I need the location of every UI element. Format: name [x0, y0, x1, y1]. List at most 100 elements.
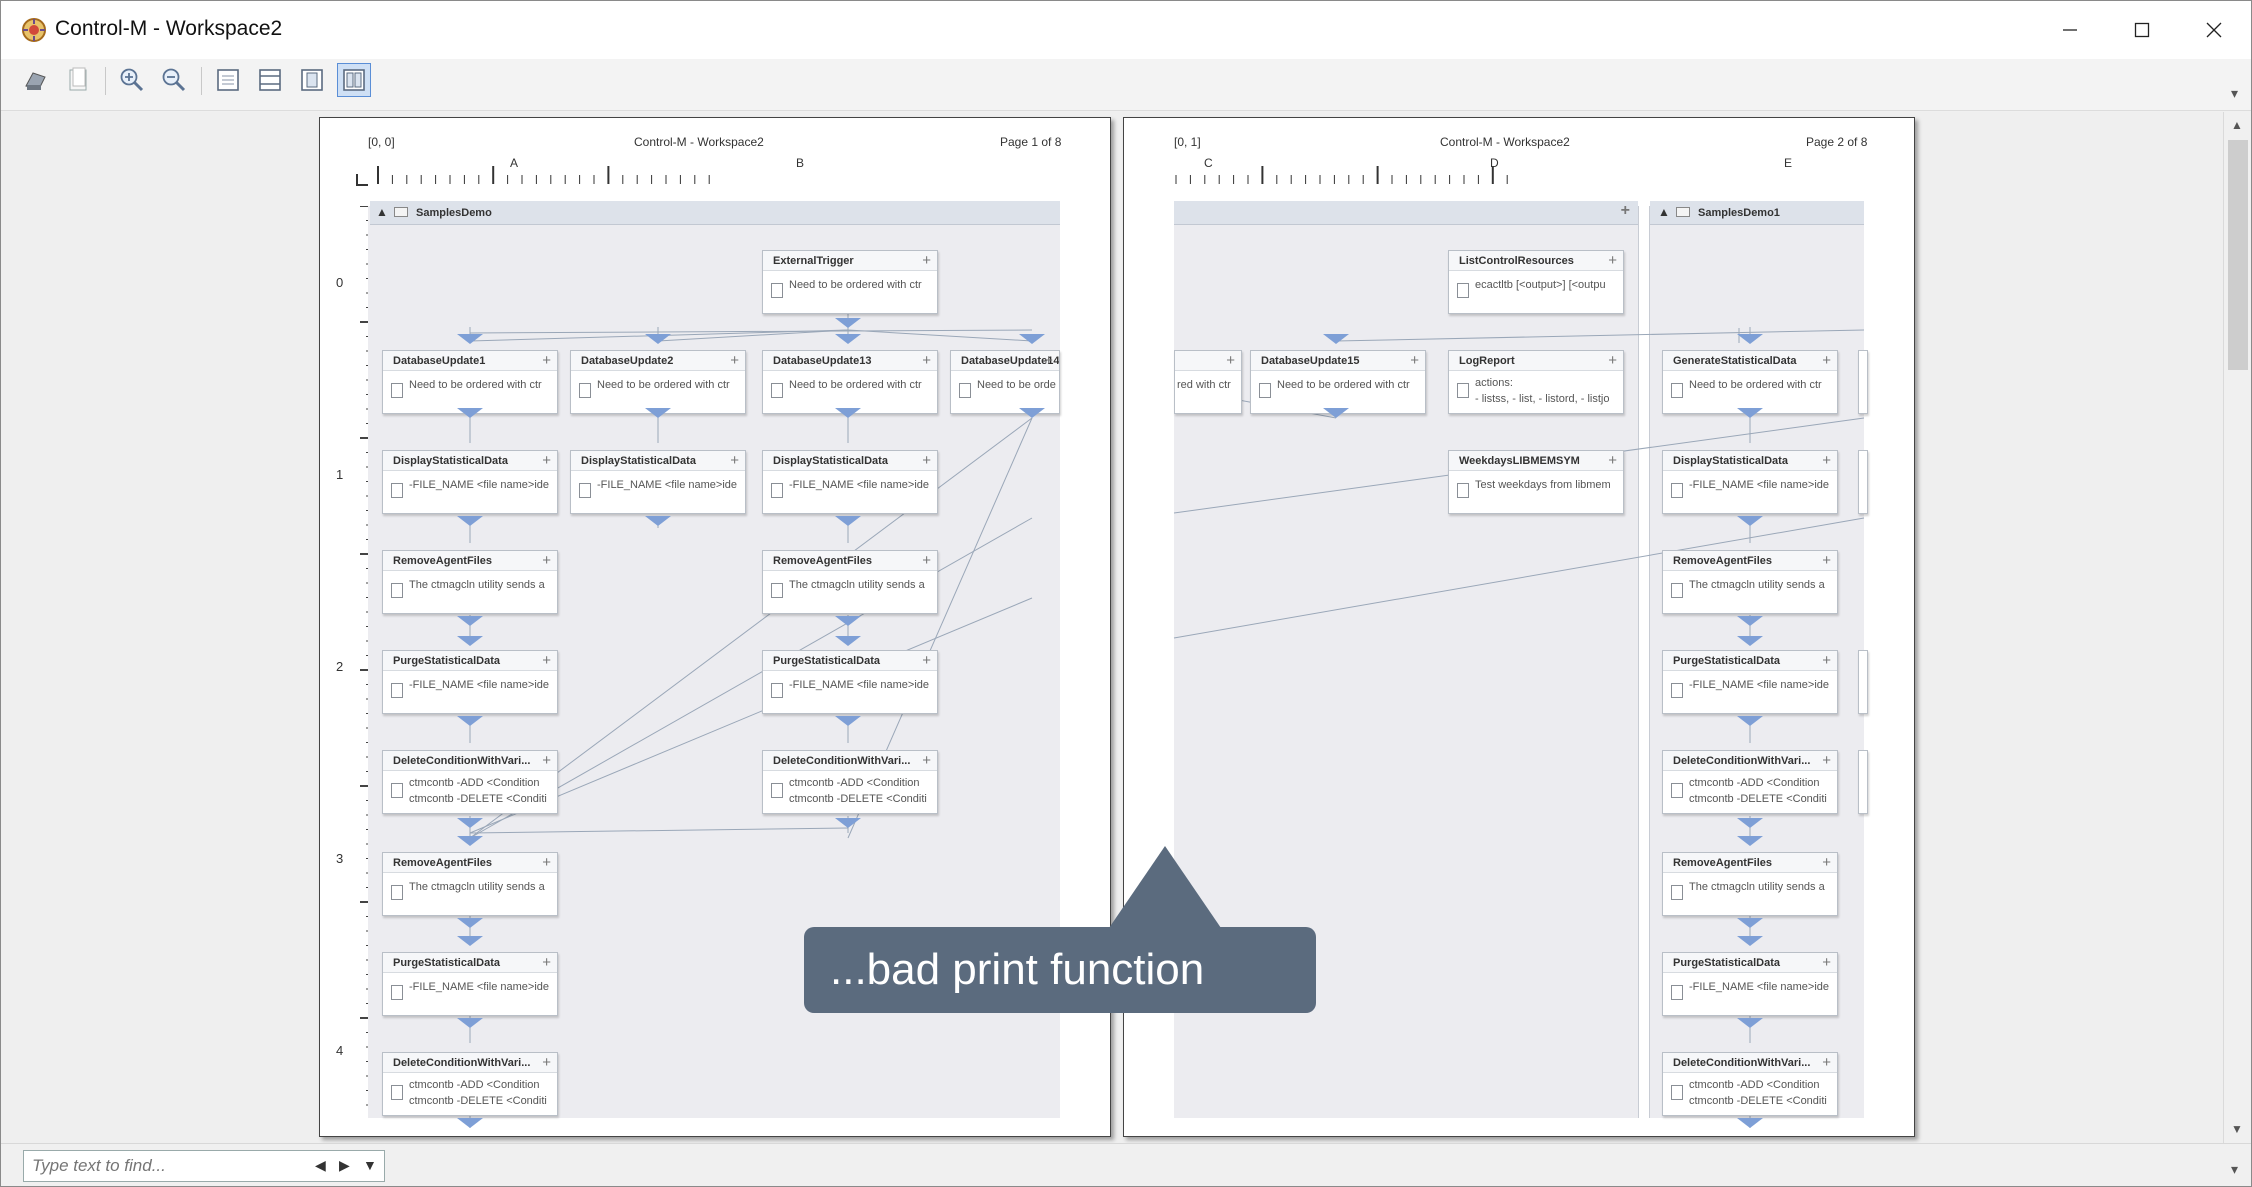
- single-page-icon[interactable]: [295, 63, 329, 97]
- zoom-in-icon[interactable]: [115, 63, 149, 97]
- job-node[interactable]: RemoveAgentFiles + The ctmagcln utility se…: [1662, 550, 1838, 614]
- job-node[interactable]: DatabaseUpdate13 + Need to be ordered with…: [762, 350, 938, 414]
- job-document-icon: [771, 683, 783, 698]
- zoom-out-icon[interactable]: [157, 63, 191, 97]
- vertical-scrollbar[interactable]: ▲ ▼: [2223, 112, 2251, 1143]
- flow-connector-icon: [457, 616, 483, 626]
- job-node[interactable]: PurgeStatisticalData + -FILE_NAME <file na…: [382, 650, 558, 714]
- expand-job-icon[interactable]: +: [922, 752, 931, 769]
- job-node[interactable]: ExternalTrigger + Need to be ordered with …: [762, 250, 938, 314]
- job-node[interactable]: DatabaseUpdate14 + Need to be orde: [950, 350, 1060, 414]
- expand-job-icon[interactable]: +: [542, 352, 551, 369]
- job-node[interactable]: [1858, 750, 1868, 814]
- scroll-down-icon[interactable]: ▼: [2231, 1122, 2243, 1136]
- job-document-icon: [391, 985, 403, 1000]
- expand-job-icon[interactable]: +: [1822, 954, 1831, 971]
- expand-job-icon[interactable]: +: [542, 552, 551, 569]
- expand-job-icon[interactable]: +: [542, 452, 551, 469]
- job-node[interactable]: [1858, 650, 1868, 714]
- job-node[interactable]: WeekdaysLIBMEMSYM + Test weekdays from lib…: [1448, 450, 1624, 514]
- job-node[interactable]: DisplayStatisticalData + -FILE_NAME <file …: [1662, 450, 1838, 514]
- toolbar-separator: [105, 67, 106, 95]
- expand-job-icon[interactable]: +: [922, 352, 931, 369]
- job-node[interactable]: RemoveAgentFiles + The ctmagcln utility se…: [1662, 852, 1838, 916]
- scrollbar-thumb[interactable]: [2228, 140, 2248, 370]
- expand-job-icon[interactable]: +: [1608, 352, 1617, 369]
- job-node[interactable]: PurgeStatisticalData + -FILE_NAME <file na…: [762, 650, 938, 714]
- expand-job-icon[interactable]: +: [1410, 352, 1419, 369]
- close-button[interactable]: [2181, 7, 2247, 53]
- job-description: ctmcontb -ADD <Condition: [789, 777, 920, 789]
- expand-job-icon[interactable]: +: [542, 652, 551, 669]
- job-description: -FILE_NAME <file name>ide: [1689, 679, 1830, 691]
- expand-job-icon[interactable]: +: [922, 252, 931, 269]
- expand-job-icon[interactable]: +: [542, 854, 551, 871]
- job-description: ecactltb [<output>] [<outpu: [1475, 279, 1606, 291]
- job-node[interactable]: RemoveAgentFiles + The ctmagcln utility se…: [762, 550, 938, 614]
- expand-job-icon[interactable]: +: [922, 452, 931, 469]
- job-node[interactable]: [1858, 450, 1868, 514]
- expand-job-icon[interactable]: +: [1822, 854, 1831, 871]
- expand-job-icon[interactable]: +: [1226, 352, 1235, 369]
- maximize-button[interactable]: [2109, 7, 2175, 53]
- expand-job-icon[interactable]: +: [1044, 352, 1053, 369]
- expand-job-icon[interactable]: +: [542, 954, 551, 971]
- job-document-icon: [959, 383, 971, 398]
- expand-job-icon[interactable]: +: [1822, 352, 1831, 369]
- job-node[interactable]: DeleteConditionWithVari... + ctmcontb -ADD…: [382, 1052, 558, 1116]
- fit-width-icon[interactable]: [253, 63, 287, 97]
- expand-job-icon[interactable]: +: [730, 352, 739, 369]
- job-node[interactable]: DatabaseUpdate1 + Need to be ordered with …: [382, 350, 558, 414]
- job-description: -FILE_NAME <file name>ide: [789, 679, 930, 691]
- job-node[interactable]: PurgeStatisticalData + -FILE_NAME <file na…: [1662, 650, 1838, 714]
- flow-connector-icon: [645, 408, 671, 418]
- expand-job-icon[interactable]: +: [1822, 652, 1831, 669]
- expand-job-icon[interactable]: +: [1608, 452, 1617, 469]
- job-node[interactable]: DisplayStatisticalData + -FILE_NAME <file …: [762, 450, 938, 514]
- expand-job-icon[interactable]: +: [542, 752, 551, 769]
- job-node[interactable]: DeleteConditionWithVari... + ctmcontb -ADD…: [382, 750, 558, 814]
- job-node[interactable]: DisplayStatisticalData + -FILE_NAME <file …: [570, 450, 746, 514]
- minimize-button[interactable]: [2037, 7, 2103, 53]
- job-description: ctmcontb -ADD <Condition: [409, 777, 540, 789]
- toolbar-overflow-icon[interactable]: ▾: [2231, 85, 2238, 102]
- expand-job-icon[interactable]: +: [922, 652, 931, 669]
- find-input[interactable]: [24, 1151, 314, 1181]
- job-node[interactable]: DatabaseUpdate15 + Need to be ordered with…: [1250, 350, 1426, 414]
- job-node[interactable]: DisplayStatisticalData + -FILE_NAME <file …: [382, 450, 558, 514]
- job-node[interactable]: DeleteConditionWithVari... + ctmcontb -ADD…: [762, 750, 938, 814]
- job-node[interactable]: DatabaseUpdate2 + Need to be ordered with …: [570, 350, 746, 414]
- two-pages-icon[interactable]: [337, 63, 371, 97]
- job-node[interactable]: [1858, 350, 1868, 414]
- job-description: ctmcontb -ADD <Condition: [1689, 777, 1820, 789]
- flow-connector-icon: [457, 408, 483, 418]
- job-node[interactable]: + red with ctr: [1174, 350, 1242, 414]
- job-node[interactable]: ListControlResources + ecactltb [<output>]…: [1448, 250, 1624, 314]
- expand-job-icon[interactable]: +: [730, 452, 739, 469]
- job-node[interactable]: LogReport + actions: - listss, - list, - li…: [1448, 350, 1624, 414]
- expand-job-icon[interactable]: +: [1608, 252, 1617, 269]
- expand-job-icon[interactable]: +: [542, 1054, 551, 1071]
- job-node[interactable]: RemoveAgentFiles + The ctmagcln utility se…: [382, 852, 558, 916]
- job-node[interactable]: RemoveAgentFiles + The ctmagcln utility se…: [382, 550, 558, 614]
- expand-job-icon[interactable]: +: [1822, 1054, 1831, 1071]
- find-options-icon[interactable]: ▼: [363, 1157, 377, 1173]
- find-next-icon[interactable]: ▶: [339, 1157, 350, 1174]
- job-node[interactable]: DeleteConditionWithVari... + ctmcontb -ADD…: [1662, 1052, 1838, 1116]
- expand-job-icon[interactable]: +: [1822, 752, 1831, 769]
- find-previous-icon[interactable]: ◀: [315, 1157, 326, 1174]
- job-document-icon: [1457, 483, 1469, 498]
- flow-connector-icon: [645, 516, 671, 526]
- scroll-up-icon[interactable]: ▲: [2231, 118, 2243, 132]
- job-document-icon: [579, 483, 591, 498]
- job-node[interactable]: GenerateStatisticalData + Need to be order…: [1662, 350, 1838, 414]
- job-node[interactable]: PurgeStatisticalData + -FILE_NAME <file na…: [382, 952, 558, 1016]
- fit-page-icon[interactable]: [211, 63, 245, 97]
- expand-job-icon[interactable]: +: [1822, 552, 1831, 569]
- expand-job-icon[interactable]: +: [1822, 452, 1831, 469]
- print-icon[interactable]: [19, 63, 53, 97]
- expand-job-icon[interactable]: +: [922, 552, 931, 569]
- job-node[interactable]: DeleteConditionWithVari... + ctmcontb -ADD…: [1662, 750, 1838, 814]
- job-node[interactable]: PurgeStatisticalData + -FILE_NAME <file na…: [1662, 952, 1838, 1016]
- page-setup-icon[interactable]: [61, 63, 95, 97]
